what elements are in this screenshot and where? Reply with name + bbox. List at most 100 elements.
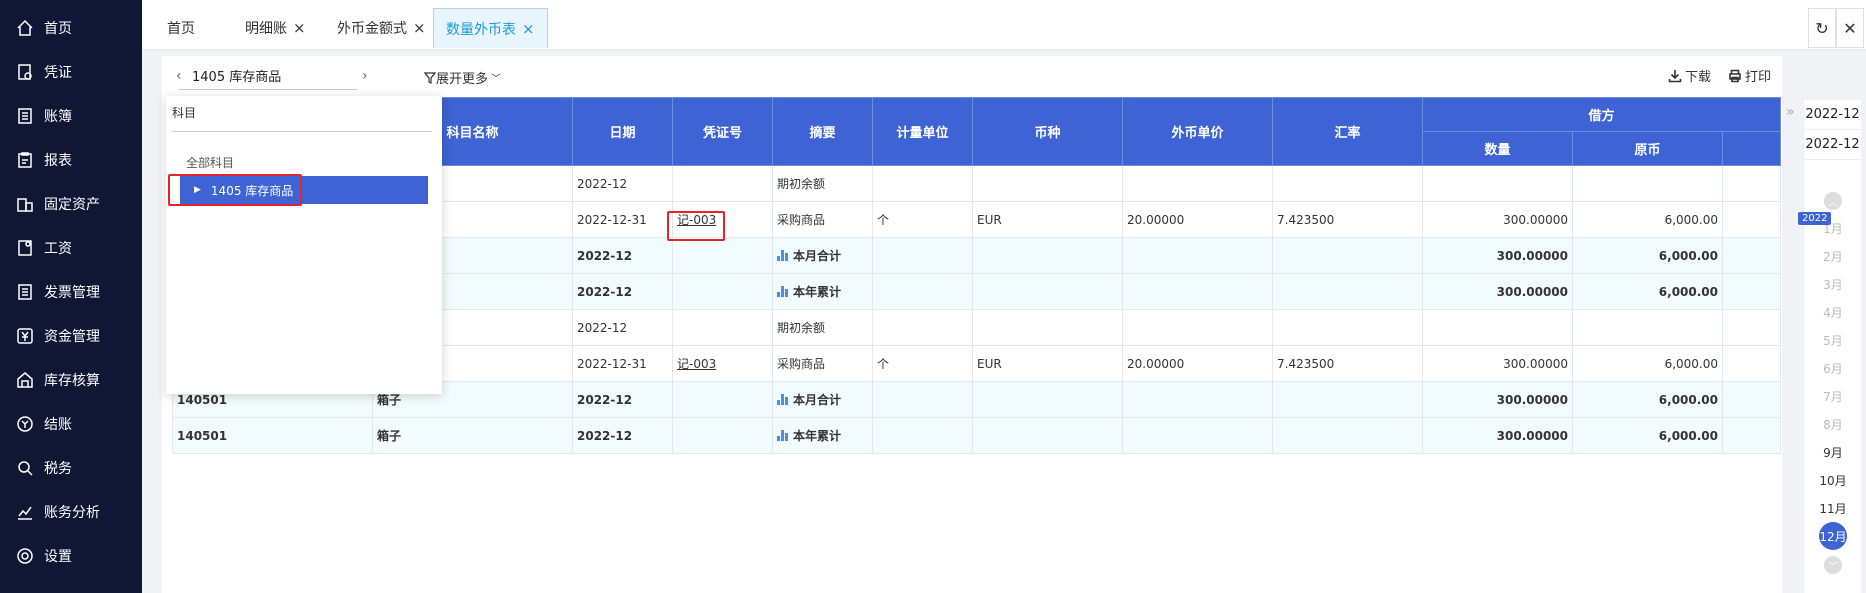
cell-summary-text: 本月合计 xyxy=(793,249,842,263)
cell-voucher xyxy=(672,273,773,310)
month-item[interactable]: 7月 xyxy=(1804,382,1862,410)
cell-price: 20.00000 xyxy=(1122,201,1273,238)
tab-fx-amount[interactable]: 外币金额式 × xyxy=(337,8,426,48)
col-header-currency: 币种 xyxy=(972,97,1123,166)
close-icon[interactable]: × xyxy=(293,19,306,37)
chevron-down-icon: ﹀ xyxy=(491,74,502,85)
voucher-link[interactable]: 记-003 xyxy=(677,357,716,371)
sidebar-item-label: 发票管理 xyxy=(44,285,100,301)
month-label: 11月 xyxy=(1819,501,1847,516)
cell-date: 2022-12 xyxy=(572,165,673,202)
cell-qty xyxy=(1422,309,1573,346)
sidebar-item-label: 资金管理 xyxy=(44,329,100,345)
sidebar-item-0[interactable]: 首页 xyxy=(0,6,142,50)
cell-name-text: 箱子 xyxy=(377,393,402,407)
sidebar-item-2[interactable]: 账簿 xyxy=(0,94,142,138)
tab-detail-label: 明细账 xyxy=(245,21,287,37)
close-all-icon[interactable]: ✕ xyxy=(1836,8,1864,48)
cell-unit: 个 xyxy=(872,345,973,382)
month-item[interactable]: 6月 xyxy=(1804,354,1862,382)
sidebar-item-5[interactable]: 工资 xyxy=(0,226,142,270)
sidebar-item-7[interactable]: 资金管理 xyxy=(0,314,142,358)
cell-orig-text: 6,000.00 xyxy=(1658,284,1718,299)
sidebar-item-11[interactable]: 账务分析 xyxy=(0,490,142,534)
cell-unit-text: 个 xyxy=(877,357,890,371)
cell-qty: 300.00000 xyxy=(1422,237,1573,274)
cell-unit xyxy=(872,237,973,274)
cell-voucher xyxy=(672,381,773,418)
chevron-down-icon[interactable]: ﹀ xyxy=(1824,556,1842,574)
cell-summary: 本年累计 xyxy=(772,417,873,454)
report-icon xyxy=(14,149,36,171)
sidebar-item-1[interactable]: 凭证 xyxy=(0,50,142,94)
cell-rate xyxy=(1272,309,1423,346)
month-item[interactable]: 9月 xyxy=(1804,438,1862,466)
chevron-left-icon[interactable]: ‹ xyxy=(176,68,182,84)
account-highlight xyxy=(168,174,302,206)
download-label: 下载 xyxy=(1685,70,1712,85)
cell-qty: 300.00000 xyxy=(1422,345,1573,382)
cell-date-text: 2022-12 xyxy=(577,176,628,191)
month-label: 7月 xyxy=(1823,389,1843,404)
month-item[interactable]: 8月 xyxy=(1804,410,1862,438)
month-item[interactable]: 2月 xyxy=(1804,242,1862,270)
cell-orig: 6,000.00 xyxy=(1572,381,1723,418)
cell-orig: 6,000.00 xyxy=(1572,345,1723,382)
chevron-right-icon[interactable]: › xyxy=(362,68,368,84)
close-icon[interactable]: × xyxy=(522,20,535,38)
col-header-debit: 借方 xyxy=(1422,97,1781,132)
cell-rate: 7.423500 xyxy=(1272,201,1423,238)
sidebar-item-8[interactable]: 库存核算 xyxy=(0,358,142,402)
expand-more-button[interactable]: 展开更多 ﹀ xyxy=(424,68,501,87)
cell-rate xyxy=(1272,417,1423,454)
month-item[interactable]: 11月 xyxy=(1804,494,1862,522)
cell-rate xyxy=(1272,165,1423,202)
expand-more-label: 展开更多 xyxy=(436,72,489,87)
cell-extra xyxy=(1722,345,1781,382)
cell-summary-text: 本年累计 xyxy=(793,285,842,299)
account-select-value: 1405 库存商品 xyxy=(192,70,282,85)
double-chevron-right-icon[interactable]: » xyxy=(1786,104,1795,120)
period-start[interactable]: 2022-12 xyxy=(1804,100,1861,130)
cell-summary-text: 本月合计 xyxy=(793,393,842,407)
cell-summary-text: 期初余额 xyxy=(777,321,826,335)
tab-detail-ledger[interactable]: 明细账 × xyxy=(245,8,306,48)
tab-qty-fx[interactable]: 数量外币表 × xyxy=(433,8,548,48)
month-label: 2月 xyxy=(1823,249,1843,264)
col-header-unit: 计量单位 xyxy=(872,97,973,166)
tab-home[interactable]: 首页 xyxy=(167,8,195,48)
cell-extra xyxy=(1722,309,1781,346)
cell-code-text: 140501 xyxy=(177,392,228,407)
cell-summary: 本月合计 xyxy=(772,381,873,418)
cell-date-text: 2022-12 xyxy=(577,248,633,263)
month-item[interactable]: 5月 xyxy=(1804,326,1862,354)
close-icon[interactable]: × xyxy=(413,19,426,37)
month-item[interactable]: 12月 xyxy=(1804,522,1862,550)
download-button[interactable]: 下载 xyxy=(1668,66,1711,85)
sidebar-item-3[interactable]: 报表 xyxy=(0,138,142,182)
chevron-up-icon[interactable]: ︿ xyxy=(1824,192,1842,210)
cell-qty xyxy=(1422,165,1573,202)
sidebar-item-10[interactable]: 税务 xyxy=(0,446,142,490)
cell-qty-text: 300.00000 xyxy=(1496,284,1568,299)
month-item[interactable]: 3月 xyxy=(1804,270,1862,298)
sidebar-item-12[interactable]: 设置 xyxy=(0,534,142,578)
refresh-icon[interactable]: ↻ xyxy=(1808,8,1836,48)
cell-rate xyxy=(1272,381,1423,418)
tab-fx-amount-label: 外币金额式 xyxy=(337,21,407,37)
cell-rate xyxy=(1272,273,1423,310)
account-select[interactable]: ‹ 1405 库存商品 › xyxy=(176,62,368,90)
period-end[interactable]: 2022-12 xyxy=(1804,130,1861,160)
cell-qty-text: 300.00000 xyxy=(1503,212,1568,227)
sidebar-item-9[interactable]: 结账 xyxy=(0,402,142,446)
sidebar-item-6[interactable]: 发票管理 xyxy=(0,270,142,314)
month-item[interactable]: 10月 xyxy=(1804,466,1862,494)
cell-orig xyxy=(1572,309,1723,346)
sidebar-item-label: 税务 xyxy=(44,461,72,477)
dropdown-all-accounts[interactable]: 全部科目 xyxy=(186,154,234,171)
sidebar-item-4[interactable]: 固定资产 xyxy=(0,182,142,226)
month-item[interactable]: 4月 xyxy=(1804,298,1862,326)
period-panel: 2022-12 2022-12 ︿ 1月 2月 3月 4月 5月 6月 7月 8月 9月 10月 1… xyxy=(1803,100,1861,593)
cell-summary: 采购商品 xyxy=(772,201,873,238)
print-button[interactable]: 打印 xyxy=(1728,66,1771,85)
